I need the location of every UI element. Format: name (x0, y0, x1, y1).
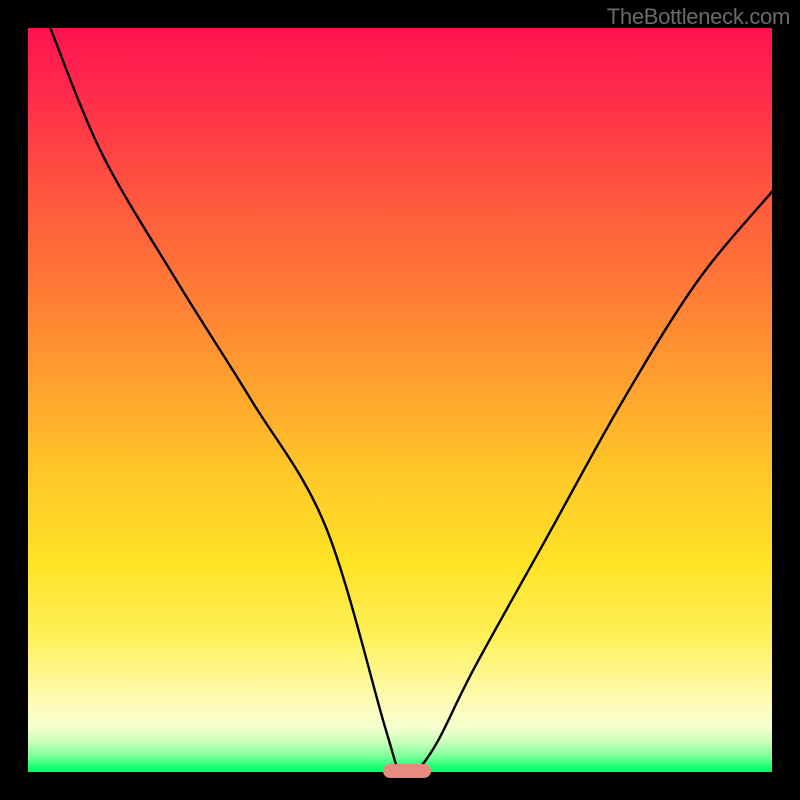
bottleneck-curve (28, 28, 772, 772)
optimal-point-marker (383, 764, 431, 778)
chart-frame: TheBottleneck.com (0, 0, 800, 800)
plot-area (28, 28, 772, 772)
watermark-text: TheBottleneck.com (607, 4, 790, 30)
